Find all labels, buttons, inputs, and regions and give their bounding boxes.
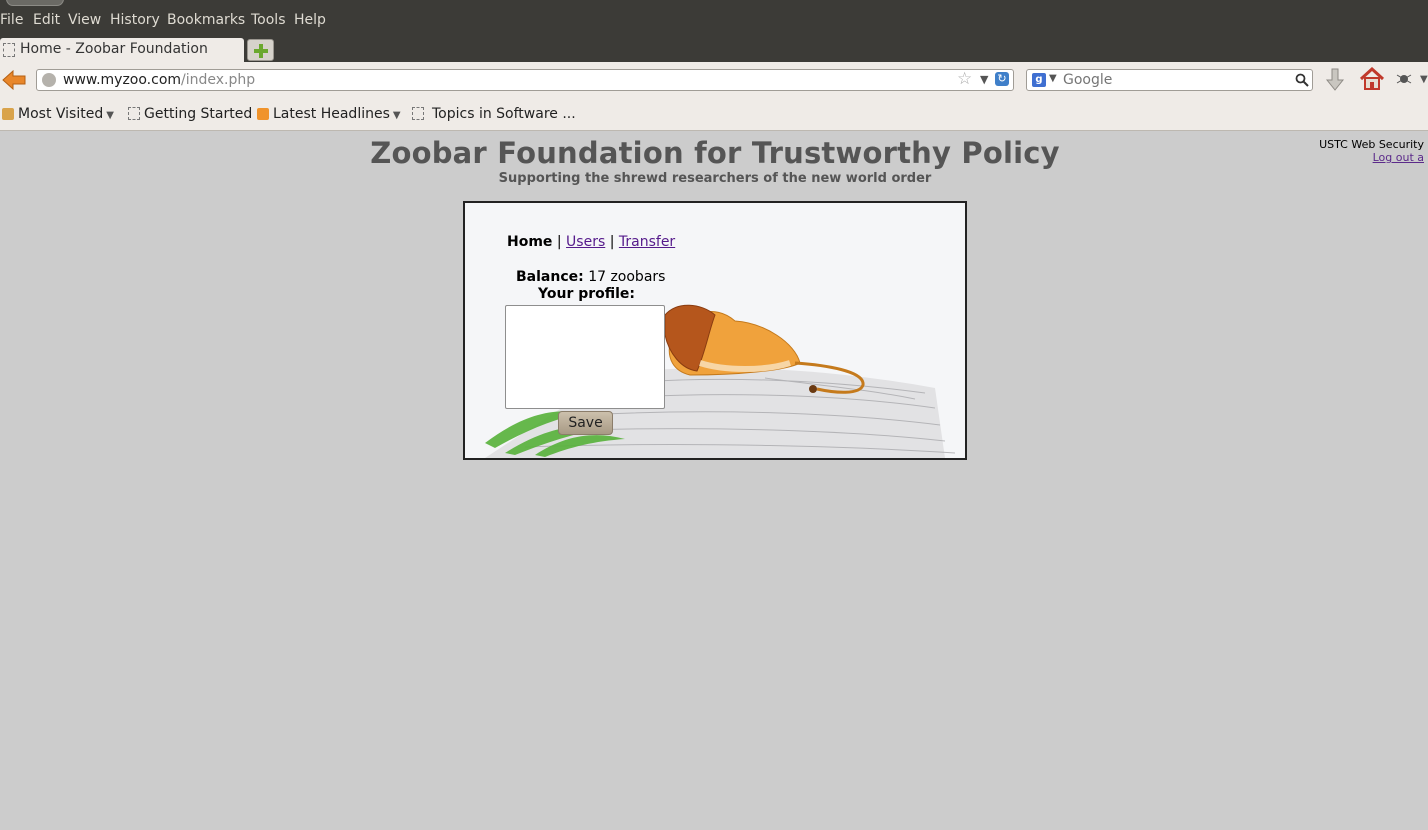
globe-icon [42,73,56,87]
balance-label: Balance: [516,269,584,285]
login-info: USTC Web Security Log out a [1319,138,1424,164]
url-bar[interactable]: www.myzoo.com/index.php ☆ ▼ ↻ [36,69,1014,91]
url-text[interactable]: www.myzoo.com/index.php [63,72,255,88]
page-icon [3,43,15,57]
balance-value: 17 zoobars [588,269,666,285]
history-dropdown-icon[interactable]: ▼ [980,73,988,86]
reload-icon[interactable]: ↻ [995,72,1009,86]
google-icon[interactable]: g [1032,73,1046,87]
login-text: USTC Web Security [1319,138,1424,151]
bookmark-label: Topics in Software ... [432,106,576,122]
bug-icon[interactable] [1396,72,1412,84]
nav-transfer-link[interactable]: Transfer [619,234,675,250]
menu-history[interactable]: History [110,12,160,28]
balance: Balance: 17 zoobars [516,269,665,285]
chevron-down-icon: ▼ [392,110,401,121]
bookmark-latest-headlines[interactable]: Latest Headlines ▼ [257,106,401,122]
profile-textarea[interactable] [505,305,665,409]
rss-icon [257,108,269,120]
back-arrow-icon[interactable] [2,70,26,90]
search-icon[interactable] [1295,73,1309,87]
nav-home-current: Home [507,234,553,250]
url-host: www.myzoo.com [63,72,182,88]
page-icon [128,107,140,120]
folder-icon [2,108,14,120]
nav-separator: | [556,234,562,250]
window-controls[interactable] [6,0,64,6]
save-button[interactable]: Save [558,411,613,435]
search-bar[interactable]: g ▼ [1026,69,1313,91]
menu-help[interactable]: Help [294,12,326,28]
page-icon [412,107,424,120]
menu-tools[interactable]: Tools [251,12,286,28]
tab-strip: Home - Zoobar Foundation [0,38,1428,62]
plus-icon [254,44,268,58]
tab-title: Home - Zoobar Foundation [20,41,208,57]
menu-bookmarks[interactable]: Bookmarks [167,12,245,28]
search-input[interactable] [1063,71,1283,89]
bookmark-getting-started[interactable]: Getting Started [128,106,252,122]
url-path: /index.php [181,72,256,88]
bookmark-star-icon[interactable]: ☆ [957,69,972,89]
profile-label: Your profile: [538,286,636,302]
page-title: Zoobar Foundation for Trustworthy Policy [370,136,1060,170]
menu-bar: File Edit View History Bookmarks Tools H… [0,0,1428,38]
bookmark-label: Most Visited [18,106,104,122]
logout-link[interactable]: Log out a [1373,151,1424,164]
main-panel: Home | Users | Transfer Balance: 17 zoob… [463,201,967,460]
site-nav: Home | Users | Transfer [507,234,675,250]
bookmarks-toolbar: Most Visited ▼ Getting Started Latest Hea… [0,98,1428,131]
page-content: Zoobar Foundation for Trustworthy Policy… [0,131,1428,830]
navigation-toolbar: www.myzoo.com/index.php ☆ ▼ ↻ g ▼ ▼ [0,62,1428,98]
nav-separator: | [609,234,615,250]
bookmark-topics-in-software[interactable]: Topics in Software ... [412,106,576,122]
page-subtitle: Supporting the shrewd researchers of the… [498,171,932,186]
chevron-down-icon: ▼ [106,110,114,121]
bookmark-label: Latest Headlines [273,106,390,122]
home-icon[interactable] [1359,67,1385,91]
bookmark-label: Getting Started [144,106,253,122]
menu-view[interactable]: View [68,12,101,28]
bookmark-most-visited[interactable]: Most Visited ▼ [2,106,114,122]
nav-users-link[interactable]: Users [566,234,605,250]
overflow-chevron-icon[interactable]: ▼ [1420,74,1428,85]
tab-home[interactable]: Home - Zoobar Foundation [0,38,244,62]
menu-edit[interactable]: Edit [33,12,60,28]
menu-file[interactable]: File [0,12,23,28]
download-icon[interactable] [1325,68,1345,92]
engine-dropdown-icon[interactable]: ▼ [1049,73,1057,84]
new-tab-button[interactable] [247,39,274,61]
